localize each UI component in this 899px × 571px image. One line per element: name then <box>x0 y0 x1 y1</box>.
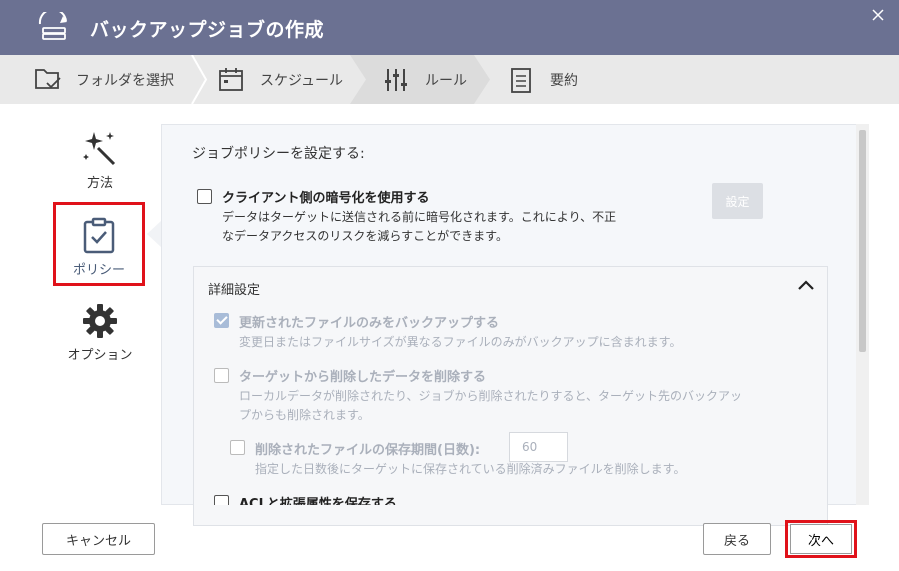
back-button[interactable]: 戻る <box>703 523 771 555</box>
chevron-up-icon[interactable] <box>797 278 815 292</box>
retention-label: 削除されたファイルの保存期間(日数): <box>255 443 481 458</box>
step-label: ルール <box>425 72 467 89</box>
step-label: 要約 <box>550 72 578 89</box>
window-title: バックアップジョブの作成 <box>90 19 325 41</box>
cancel-button[interactable]: キャンセル <box>42 523 155 555</box>
encryption-settings-button[interactable]: 設定 <box>712 183 763 219</box>
nav-options[interactable]: オプション <box>50 302 150 363</box>
step-rules[interactable]: ルール <box>383 55 467 104</box>
nav-options-label: オプション <box>67 348 133 363</box>
magic-wand-icon <box>83 132 116 166</box>
panel-pointer <box>147 221 161 247</box>
calendar-icon <box>219 67 243 91</box>
scrollbar-thumb[interactable] <box>859 130 866 352</box>
updated-only-desc: 変更日またはファイルサイズが異なるファイルのみがバックアップに含まれます。 <box>239 335 682 349</box>
client-encryption-checkbox[interactable] <box>197 189 212 204</box>
client-encryption-label: クライアント側の暗号化を使用する <box>222 191 430 206</box>
gear-icon <box>83 304 117 338</box>
acl-row-clip: ACLと拡張属性を保存する <box>193 490 856 505</box>
clipboard-check-icon <box>83 217 115 254</box>
client-encryption-desc-2: なデータアクセスのリスクを減らすことができます。 <box>222 229 508 243</box>
folder-check-icon <box>35 68 61 89</box>
step-separator <box>191 55 208 104</box>
client-encryption-desc-1: データはターゲットに送信される前に暗号化されます。これにより、不正 <box>222 210 617 224</box>
clipboard-list-icon <box>511 67 531 93</box>
delete-removed-checkbox[interactable] <box>214 368 229 383</box>
step-summary[interactable]: 要約 <box>508 55 578 104</box>
step-schedule[interactable]: スケジュール <box>218 55 343 104</box>
retention-checkbox[interactable] <box>230 440 245 455</box>
sliders-icon <box>385 68 407 91</box>
updated-only-label: 更新されたファイルのみをバックアップする <box>239 316 500 331</box>
updated-only-checkbox[interactable] <box>214 313 229 328</box>
panel-scrollbar[interactable] <box>856 124 869 505</box>
nav-policy-label: ポリシー <box>72 263 125 278</box>
step-label: スケジュール <box>260 72 344 89</box>
policy-heading: ジョブポリシーを設定する: <box>192 146 365 162</box>
acl-checkbox[interactable] <box>214 495 229 505</box>
nav-policy[interactable]: ポリシー <box>53 202 145 286</box>
nav-method-label: 方法 <box>86 176 113 191</box>
next-button[interactable]: 次へ <box>790 524 852 554</box>
step-select-folder[interactable]: フォルダを選択 <box>34 55 174 104</box>
retention-days-input[interactable] <box>509 432 568 462</box>
advanced-settings-title: 詳細設定 <box>208 283 261 298</box>
backup-sync-icon <box>38 12 67 40</box>
close-icon[interactable] <box>870 7 886 23</box>
delete-removed-label: ターゲットから削除したデータを削除する <box>239 370 487 385</box>
delete-removed-desc-2: プからも削除されます。 <box>239 408 370 422</box>
delete-removed-desc-1: ローカルデータが削除されたり、ジョブから削除されたりすると、ターゲット先のバック… <box>239 389 743 403</box>
step-label: フォルダを選択 <box>76 72 174 89</box>
title-bar: バックアップジョブの作成 <box>0 0 899 55</box>
nav-method[interactable]: 方法 <box>50 128 150 191</box>
wizard-steps: フォルダを選択 スケジュール ルール 要約 <box>0 55 899 104</box>
retention-desc: 指定した日数後にターゲットに保存されている削除済みファイルを削除します。 <box>255 462 686 476</box>
acl-label: ACLと拡張属性を保存する <box>239 497 397 505</box>
